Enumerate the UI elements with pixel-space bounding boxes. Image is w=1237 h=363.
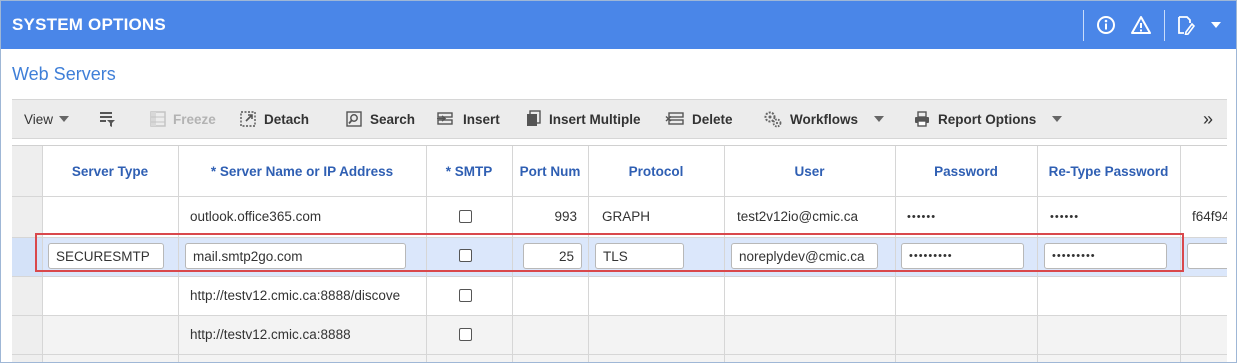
password-cell[interactable]: •••••• [907, 196, 1027, 237]
insert-button[interactable]: Insert [436, 100, 500, 138]
view-menu-button[interactable]: View [24, 100, 70, 138]
gears-icon [764, 111, 782, 128]
smtp-checkbox[interactable] [459, 210, 472, 223]
insert-multiple-button[interactable]: Insert Multiple [524, 100, 641, 138]
view-label: View [24, 111, 54, 127]
extra-column-cell[interactable]: f64f94 [1192, 196, 1227, 237]
user-cell[interactable]: test2v12io@cmic.ca [737, 196, 887, 237]
info-icon[interactable] [1095, 14, 1117, 36]
freeze-label: Freeze [173, 111, 216, 127]
filter-button[interactable] [98, 100, 123, 138]
row-divider [12, 237, 1227, 238]
insert-row-icon [437, 112, 453, 125]
page-title: SYSTEM OPTIONS [12, 15, 166, 34]
workflows-label: Workflows [790, 111, 859, 127]
smtp-checkbox[interactable] [459, 328, 472, 341]
column-header-retype-password[interactable]: Re-Type Password [1037, 146, 1180, 196]
workflows-menu-button[interactable]: Workflows [763, 100, 885, 138]
server-name-cell[interactable]: outlook.office365.com [190, 196, 420, 237]
web-servers-grid: Server Type * Server Name or IP Address … [12, 145, 1227, 362]
column-header-user[interactable]: User [724, 146, 895, 196]
chevron-down-icon [59, 116, 70, 122]
warning-icon[interactable] [1130, 14, 1152, 36]
server-name-input[interactable]: mail.smtp2go.com [185, 243, 406, 269]
port-cell[interactable]: 993 [512, 196, 577, 237]
protocol-input[interactable]: TLS [595, 243, 684, 269]
search-label: Search [370, 111, 416, 127]
insert-multiple-icon [527, 110, 541, 126]
retype-password-input[interactable]: ••••••••• [1044, 243, 1167, 269]
freeze-icon [150, 111, 166, 127]
insert-label: Insert [463, 111, 500, 127]
freeze-button[interactable]: Freeze [150, 100, 216, 138]
smtp-checkbox[interactable] [459, 249, 472, 262]
grid-toolbar: View Freeze Detach Search Insert Insert … [12, 99, 1227, 139]
chevron-down-icon [1052, 116, 1063, 122]
chevron-down-icon [874, 116, 885, 122]
password-input[interactable]: ••••••••• [901, 243, 1024, 269]
protocol-cell[interactable]: GRAPH [602, 196, 717, 237]
system-options-window: SYSTEM OPTIONS Web Servers View Freeze D… [0, 0, 1237, 363]
report-options-label: Report Options [938, 111, 1037, 127]
header-bar: SYSTEM OPTIONS [1, 1, 1236, 49]
column-header-server-name[interactable]: * Server Name or IP Address [178, 146, 426, 196]
row-selector-selected[interactable] [12, 237, 42, 276]
edit-document-icon[interactable] [1174, 14, 1196, 36]
delete-label: Delete [692, 111, 733, 127]
column-divider [1180, 146, 1181, 362]
chevron-down-icon[interactable] [1205, 14, 1227, 36]
extra-column-input[interactable] [1187, 243, 1227, 269]
detach-button[interactable]: Detach [239, 100, 309, 138]
column-header-smtp[interactable]: * SMTP [426, 146, 512, 196]
smtp-checkbox[interactable] [459, 289, 472, 302]
report-options-menu-button[interactable]: Report Options [913, 100, 1063, 138]
filter-icon [100, 112, 115, 127]
column-header-server-type[interactable]: Server Type [42, 146, 178, 196]
column-header-port-num[interactable]: Port Num [512, 146, 588, 196]
server-type-input[interactable]: SECURESMTP [48, 243, 164, 269]
server-name-cell[interactable]: http://testv12.cmic.ca:8888/discove [190, 276, 422, 315]
delete-row-icon [665, 112, 684, 125]
delete-button[interactable]: Delete [665, 100, 733, 138]
retype-password-cell[interactable]: •••••• [1050, 196, 1170, 237]
detach-icon [240, 111, 256, 127]
section-title: Web Servers [12, 64, 116, 84]
header-separator [1164, 10, 1165, 41]
column-header-password[interactable]: Password [895, 146, 1037, 196]
header-separator [1083, 10, 1084, 41]
port-input[interactable]: 25 [523, 243, 582, 269]
row-divider [12, 354, 1227, 355]
user-input[interactable]: noreplydev@cmic.ca [731, 243, 878, 269]
toolbar-overflow-button[interactable]: » [1203, 100, 1213, 138]
server-name-cell[interactable]: http://testv12.cmic.ca:8888 [190, 315, 422, 354]
search-icon [346, 111, 362, 127]
detach-label: Detach [264, 111, 310, 127]
column-header-protocol[interactable]: Protocol [588, 146, 724, 196]
insert-multiple-label: Insert Multiple [549, 111, 641, 127]
printer-icon [915, 111, 929, 127]
search-button[interactable]: Search [345, 100, 415, 138]
